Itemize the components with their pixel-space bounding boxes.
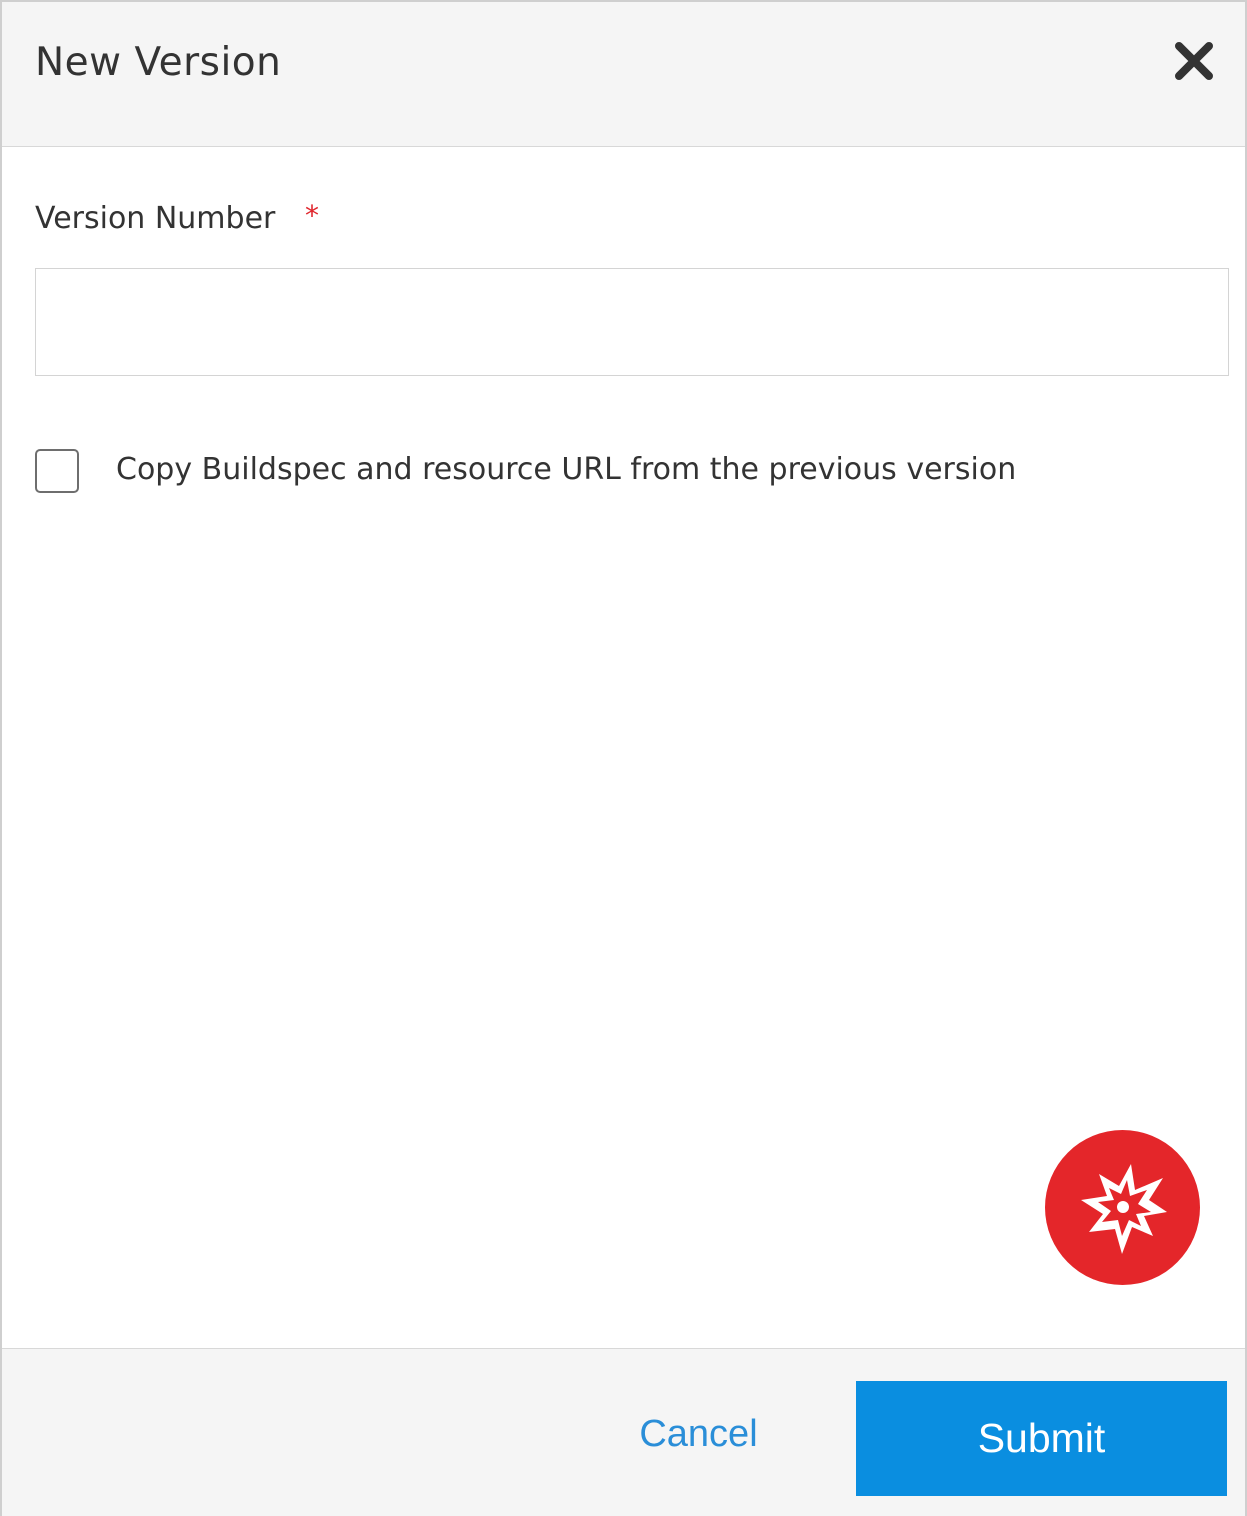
submit-button[interactable]: Submit bbox=[856, 1381, 1227, 1496]
version-number-input[interactable] bbox=[35, 268, 1229, 376]
copy-buildspec-label[interactable]: Copy Buildspec and resource URL from the… bbox=[116, 452, 1016, 487]
copy-buildspec-checkbox[interactable] bbox=[35, 449, 79, 493]
dialog-title: New Version bbox=[35, 40, 282, 85]
assistant-fab-button[interactable] bbox=[1045, 1130, 1200, 1285]
dialog-footer: Cancel Submit bbox=[2, 1348, 1245, 1516]
close-button[interactable] bbox=[1171, 38, 1217, 84]
close-icon bbox=[1175, 42, 1213, 80]
dialog-header: New Version bbox=[2, 2, 1245, 147]
starburst-logo-icon bbox=[1081, 1164, 1167, 1254]
cancel-button[interactable]: Cancel bbox=[616, 1413, 781, 1456]
version-number-label: Version Number bbox=[35, 201, 276, 236]
new-version-dialog: New Version Version Number * Copy Builds… bbox=[0, 0, 1247, 1516]
required-asterisk: * bbox=[305, 199, 319, 232]
